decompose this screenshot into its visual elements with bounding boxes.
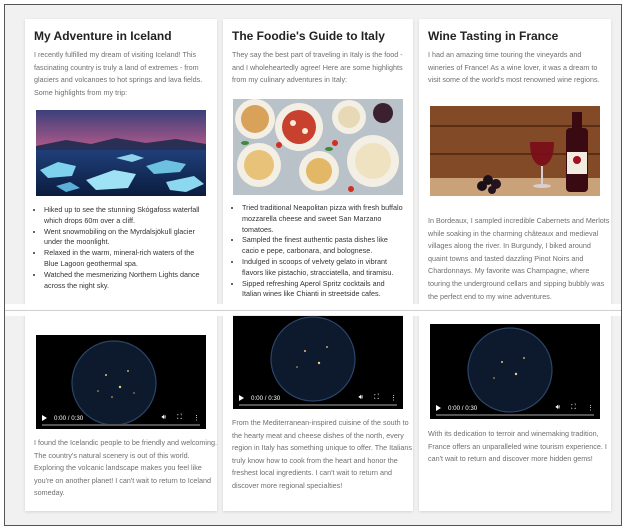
card-intro: I had an amazing time touring the vineya… xyxy=(428,50,600,85)
italian-food-photo xyxy=(233,99,403,195)
card-body: From the Mediterranean-inspired cuisine … xyxy=(232,418,412,490)
list-item: Hiked up to see the stunning Skógafoss w… xyxy=(44,205,207,227)
card-title: Wine Tasting in France xyxy=(428,29,559,43)
highlight-list: Hiked up to see the stunning Skógafoss w… xyxy=(35,205,207,291)
list-item: Relaxed in the warm, mineral-rich waters… xyxy=(44,248,207,270)
wine-bottle-glass-photo xyxy=(430,106,600,196)
volume-icon[interactable]: 🔊︎ xyxy=(556,404,560,412)
list-item: Watched the mesmerizing Northern Lights … xyxy=(44,270,207,292)
video-progress-bar[interactable] xyxy=(239,404,397,406)
list-item: Tried traditional Neapolitan pizza with … xyxy=(242,203,405,235)
more-options-icon[interactable]: ⋮ xyxy=(390,394,397,402)
video-time: 0:00 / 0:30 xyxy=(448,404,478,412)
volume-icon[interactable]: 🔊︎ xyxy=(359,394,363,402)
video-time: 0:00 / 0:30 xyxy=(251,394,281,402)
video-player[interactable]: 0:00 / 0:30 🔊︎ ⛶ ⋮ xyxy=(430,324,600,419)
card-body: With its dedication to terroir and winem… xyxy=(428,429,607,464)
page-frame: My Adventure in Iceland I recently fulfi… xyxy=(4,4,622,526)
list-item: Sipped refreshing Aperol Spritz cocktail… xyxy=(242,279,405,301)
card-title: My Adventure in Iceland xyxy=(34,29,172,43)
fullscreen-icon[interactable]: ⛶ xyxy=(374,394,379,402)
blog-card-france: Wine Tasting in France I had an amazing … xyxy=(419,19,611,511)
card-intro: I recently fulfilled my dream of visitin… xyxy=(34,50,203,97)
card-body: I found the Icelandic people to be frien… xyxy=(34,438,217,498)
card-body-top: In Bordeaux, I sampled incredible Cabern… xyxy=(428,216,610,301)
more-options-icon[interactable]: ⋮ xyxy=(587,404,594,412)
list-item: Went snowmobiling on the Myrdalsjökull g… xyxy=(44,227,207,249)
divider xyxy=(5,310,621,311)
card-title: The Foodie's Guide to Italy xyxy=(232,29,385,43)
fullscreen-icon[interactable]: ⛶ xyxy=(177,414,182,422)
video-progress-bar[interactable] xyxy=(436,414,594,416)
video-progress-bar[interactable] xyxy=(42,424,200,426)
fullscreen-icon[interactable]: ⛶ xyxy=(571,404,576,412)
play-icon[interactable] xyxy=(42,415,47,421)
video-player[interactable]: 0:00 / 0:30 🔊︎ ⛶ ⋮ xyxy=(233,315,403,409)
list-item: Indulged in scoops of velvety gelato in … xyxy=(242,257,405,279)
play-icon[interactable] xyxy=(239,395,244,401)
card-intro: They say the best part of traveling in I… xyxy=(232,50,403,85)
blog-card-iceland: My Adventure in Iceland I recently fulfi… xyxy=(25,19,217,511)
blog-card-italy: The Foodie's Guide to Italy They say the… xyxy=(223,19,413,511)
more-options-icon[interactable]: ⋮ xyxy=(193,414,200,422)
list-item: Sampled the finest authentic pasta dishe… xyxy=(242,235,405,257)
highlight-list: Tried traditional Neapolitan pizza with … xyxy=(233,203,405,300)
volume-icon[interactable]: 🔊︎ xyxy=(162,414,166,422)
glacier-lagoon-photo xyxy=(36,110,206,196)
video-time: 0:00 / 0:30 xyxy=(54,414,84,422)
play-icon[interactable] xyxy=(436,405,441,411)
video-player[interactable]: 0:00 / 0:30 🔊︎ ⛶ ⋮ xyxy=(36,335,206,429)
